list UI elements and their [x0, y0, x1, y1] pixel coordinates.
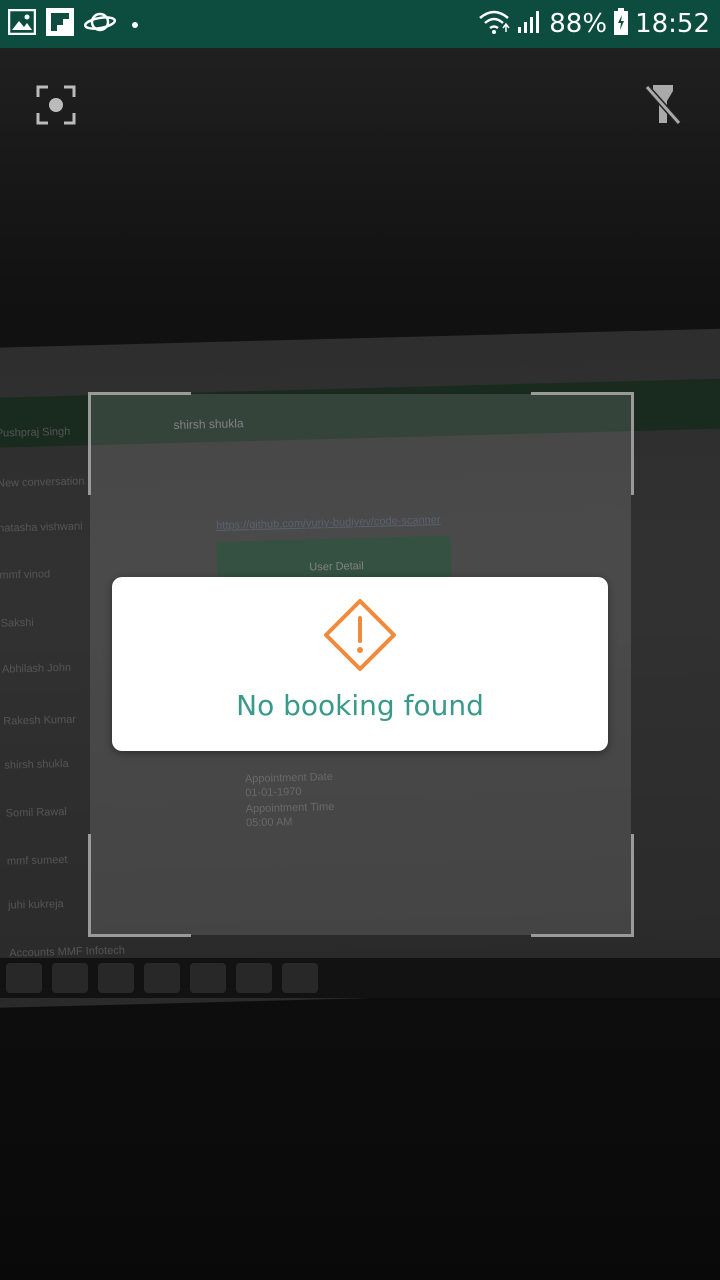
viewfinder-corner-bottom-left	[88, 834, 191, 937]
focus-icon[interactable]	[31, 80, 81, 130]
dot-icon	[132, 21, 138, 28]
saturn-icon	[83, 9, 117, 40]
battery-percent: 88%	[549, 9, 608, 39]
status-bar: 88% 18:52	[0, 0, 720, 48]
alert-dialog[interactable]: No booking found	[112, 577, 608, 751]
viewfinder-corner-bottom-right	[531, 834, 634, 937]
notification-icons	[7, 8, 138, 41]
viewfinder-corner-top-right	[531, 392, 634, 495]
battery-icon	[613, 7, 629, 41]
warning-icon	[324, 599, 396, 671]
signal-icon	[517, 9, 543, 40]
gallery-icon	[7, 8, 37, 40]
system-icons: 88% 18:52	[477, 0, 710, 48]
flash-off-icon[interactable]	[638, 80, 688, 130]
wifi-icon	[477, 8, 511, 41]
flipboard-icon	[46, 8, 74, 41]
clock: 18:52	[635, 9, 710, 39]
dialog-message: No booking found	[236, 689, 484, 722]
viewfinder-corner-top-left	[88, 392, 191, 495]
